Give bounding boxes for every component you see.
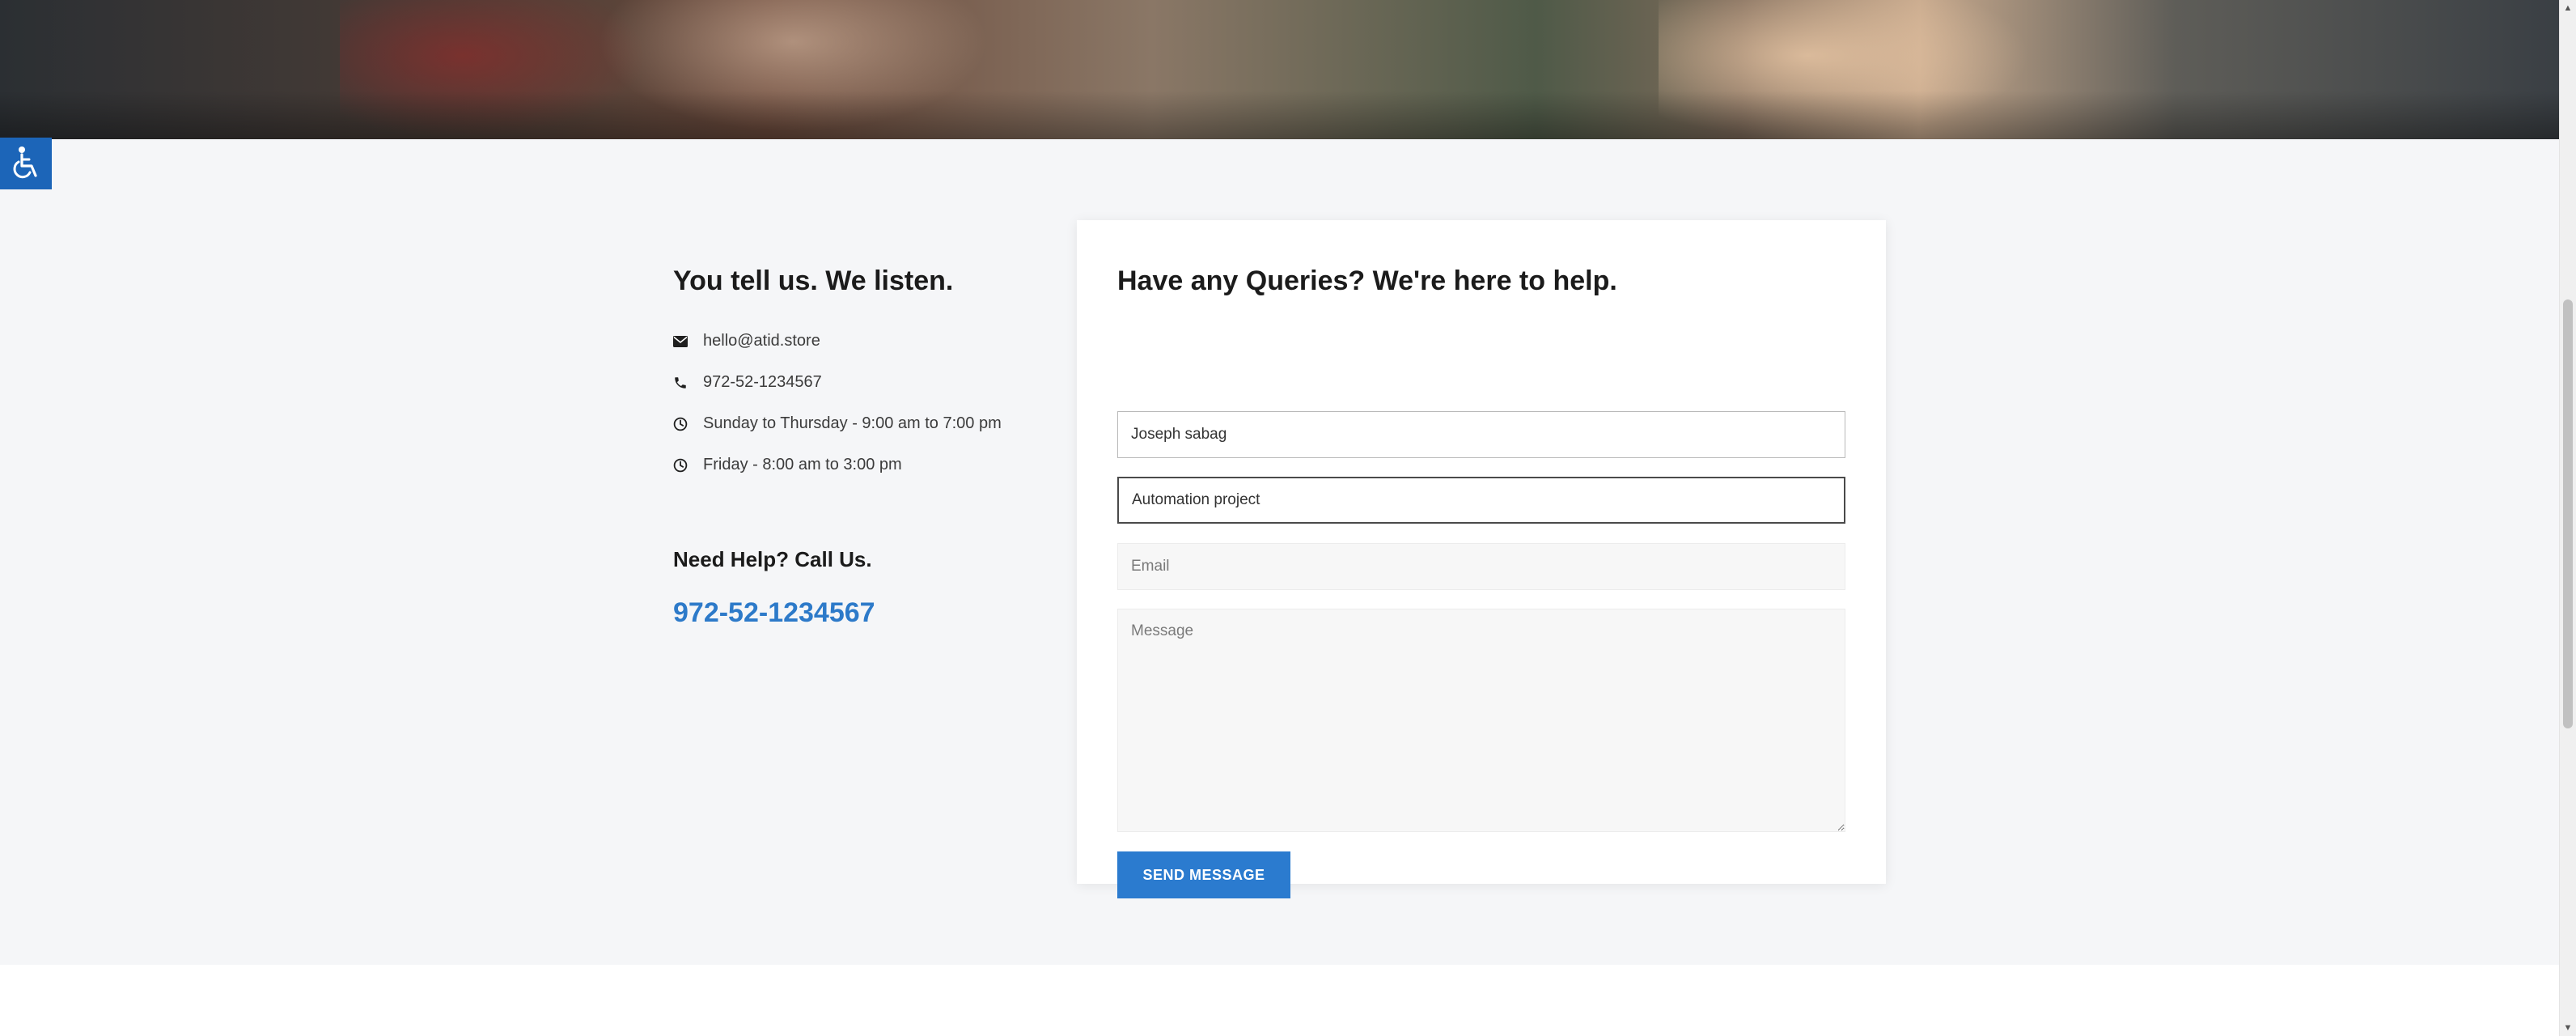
name-field[interactable] xyxy=(1117,411,1845,458)
scrollbar-thumb[interactable] xyxy=(2563,299,2573,728)
accessibility-button[interactable] xyxy=(0,138,52,189)
page-scrollbar[interactable]: ▲ ▼ xyxy=(2559,0,2576,1036)
contact-email-item: hello@atid.store xyxy=(673,321,1002,362)
page-lower-area xyxy=(0,965,2560,1036)
scroll-up-arrow-icon[interactable]: ▲ xyxy=(2560,0,2576,16)
message-field[interactable] xyxy=(1117,609,1845,832)
send-message-button[interactable]: Send Message xyxy=(1117,851,1290,898)
hero-banner-image xyxy=(0,0,2560,139)
contact-hours-friday-item: Friday - 8:00 am to 3:00 pm xyxy=(673,444,1002,486)
help-phone-link[interactable]: 972-52-1234567 xyxy=(673,597,875,629)
email-field[interactable] xyxy=(1117,543,1845,590)
contact-section: You tell us. We listen. hello@atid.store… xyxy=(0,139,2560,965)
contact-phone-item: 972-52-1234567 xyxy=(673,362,1002,403)
subject-field[interactable] xyxy=(1117,477,1845,524)
clock-icon xyxy=(673,417,703,431)
contact-hours-friday-text: Friday - 8:00 am to 3:00 pm xyxy=(703,456,902,473)
contact-info-list: hello@atid.store 972-52-1234567 Sunday t… xyxy=(673,321,1002,486)
phone-icon xyxy=(673,376,703,390)
contact-phone-text: 972-52-1234567 xyxy=(703,373,822,391)
help-heading: Need Help? Call Us. xyxy=(673,547,872,571)
wheelchair-icon xyxy=(13,146,37,179)
contact-hours-weekday-text: Sunday to Thursday - 9:00 am to 7:00 pm xyxy=(703,414,1002,432)
contact-form-card: Have any Queries? We're here to help. Se… xyxy=(1077,220,1886,898)
contact-info-heading: You tell us. We listen. xyxy=(673,265,954,296)
envelope-icon xyxy=(673,335,703,347)
contact-email-text: hello@atid.store xyxy=(703,332,820,350)
contact-hours-weekday-item: Sunday to Thursday - 9:00 am to 7:00 pm xyxy=(673,403,1002,444)
scroll-down-arrow-icon[interactable]: ▼ xyxy=(2560,1020,2576,1036)
form-heading: Have any Queries? We're here to help. xyxy=(1117,265,1617,296)
clock-icon xyxy=(673,458,703,473)
